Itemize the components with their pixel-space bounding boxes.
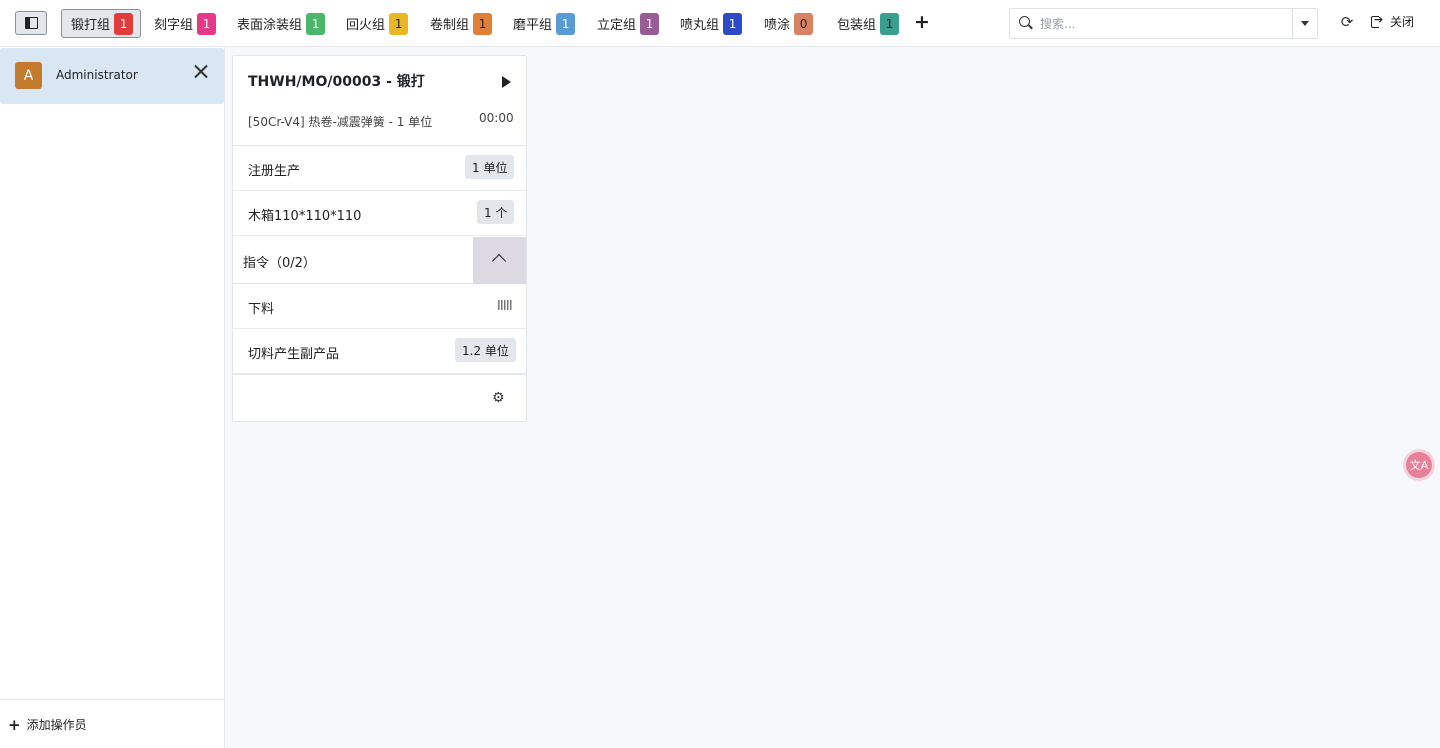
tab-label: 喷涂: [764, 18, 791, 33]
tab-label: 回火组: [346, 18, 386, 33]
tab-count-badge: 1: [640, 12, 660, 35]
step-label: 下料: [248, 302, 275, 317]
instructions-header[interactable]: 指令（0/2）: [233, 237, 526, 284]
plus-icon: +: [8, 715, 21, 734]
tab-label: 卷制组: [430, 18, 470, 33]
gear-icon[interactable]: ⚙: [492, 390, 505, 406]
card-header[interactable]: THWH/MO/00003 - 锻打 [50Cr-V4] 热卷-减震弹簧 - 1…: [233, 56, 526, 146]
translate-icon[interactable]: 文A: [1406, 452, 1432, 478]
tab-forging-group[interactable]: 锻打组 1: [61, 9, 141, 38]
tab-count-badge: 1: [114, 12, 134, 35]
tab-label: 表面涂装组: [237, 18, 303, 33]
tab-count-badge: 1: [473, 12, 493, 35]
card-footer: ⚙: [233, 374, 526, 422]
search-input[interactable]: [1040, 13, 1290, 34]
search-icon: [1019, 16, 1032, 29]
tab-shot-peening-group[interactable]: 喷丸组 1: [671, 9, 743, 38]
tab-count-badge: 1: [723, 12, 743, 35]
tab-packaging-group[interactable]: 包装组 1: [828, 9, 900, 38]
operator-item[interactable]: A Administrator: [0, 48, 224, 104]
chevron-up-icon[interactable]: [473, 237, 526, 284]
tab-count-badge: 1: [306, 12, 326, 35]
tab-label: 包装组: [837, 18, 877, 33]
quantity-badge[interactable]: 1 个: [477, 200, 515, 224]
top-bar: 锻打组 1 刻字组 1 表面涂装组 1 回火组 1 卷制组 1 磨平组 1 立定…: [0, 0, 1440, 47]
search-divider: [1292, 9, 1293, 38]
row-label: 注册生产: [248, 164, 301, 179]
sidebar-footer: + 添加操作员: [0, 699, 224, 748]
sidebar-toggle-button[interactable]: [15, 11, 47, 35]
product-description: [50Cr-V4] 热卷-减震弹簧 - 1 单位: [248, 115, 433, 129]
operator-name: Administrator: [56, 68, 138, 82]
work-order-title: THWH/MO/00003 - 锻打: [248, 74, 425, 90]
tab-count-badge: 0: [794, 12, 814, 35]
sign-out-icon: [1371, 13, 1385, 29]
close-label: 关闭: [1390, 15, 1415, 29]
barcode-icon[interactable]: [498, 300, 512, 310]
step-label: 切料产生副产品: [248, 347, 340, 362]
tab-count-badge: 1: [880, 12, 900, 35]
search-box: [1009, 8, 1318, 39]
tab-coiling-group[interactable]: 卷制组 1: [421, 9, 493, 38]
timer: 00:00: [479, 111, 514, 125]
refresh-icon[interactable]: ⟳: [1339, 13, 1355, 31]
instructions-label: 指令（0/2）: [243, 256, 316, 271]
instruction-step-row[interactable]: 切料产生副产品 1.2 单位: [233, 329, 526, 374]
add-operator-button[interactable]: + 添加操作员: [8, 716, 87, 733]
avatar: A: [15, 62, 42, 89]
add-workcenter-button[interactable]: +: [913, 12, 931, 32]
tab-setting-group[interactable]: 立定组 1: [588, 9, 660, 38]
tab-engraving-group[interactable]: 刻字组 1: [145, 9, 217, 38]
instruction-step-row[interactable]: 下料: [233, 284, 526, 329]
tab-count-badge: 1: [197, 12, 217, 35]
tab-label: 喷丸组: [680, 18, 720, 33]
quantity-badge[interactable]: 1.2 单位: [455, 338, 516, 362]
tab-count-badge: 1: [389, 12, 409, 35]
register-production-row[interactable]: 注册生产 1 单位: [233, 146, 526, 191]
tab-label: 锻打组: [71, 18, 111, 33]
search-dropdown-toggle[interactable]: [1301, 21, 1309, 26]
sidebar-panel-icon: [25, 17, 38, 29]
row-label: 木箱110*110*110: [248, 209, 362, 224]
tab-spraying[interactable]: 喷涂 0: [755, 9, 814, 38]
close-icon[interactable]: [193, 64, 209, 80]
close-button[interactable]: 关闭: [1371, 13, 1414, 30]
tab-tempering-group[interactable]: 回火组 1: [337, 9, 409, 38]
work-order-card: THWH/MO/00003 - 锻打 [50Cr-V4] 热卷-减震弹簧 - 1…: [232, 55, 527, 422]
quantity-badge[interactable]: 1 单位: [465, 155, 515, 179]
tab-label: 立定组: [597, 18, 637, 33]
operator-sidebar: A Administrator + 添加操作员: [0, 47, 225, 748]
tab-label: 磨平组: [513, 18, 553, 33]
packaging-row[interactable]: 木箱110*110*110 1 个: [233, 191, 526, 236]
tab-label: 刻字组: [154, 18, 194, 33]
tab-surface-coating-group[interactable]: 表面涂装组 1: [228, 9, 326, 38]
add-operator-label: 添加操作员: [26, 718, 87, 732]
tab-grinding-group[interactable]: 磨平组 1: [504, 9, 576, 38]
play-icon[interactable]: [502, 76, 511, 88]
tab-count-badge: 1: [556, 12, 576, 35]
